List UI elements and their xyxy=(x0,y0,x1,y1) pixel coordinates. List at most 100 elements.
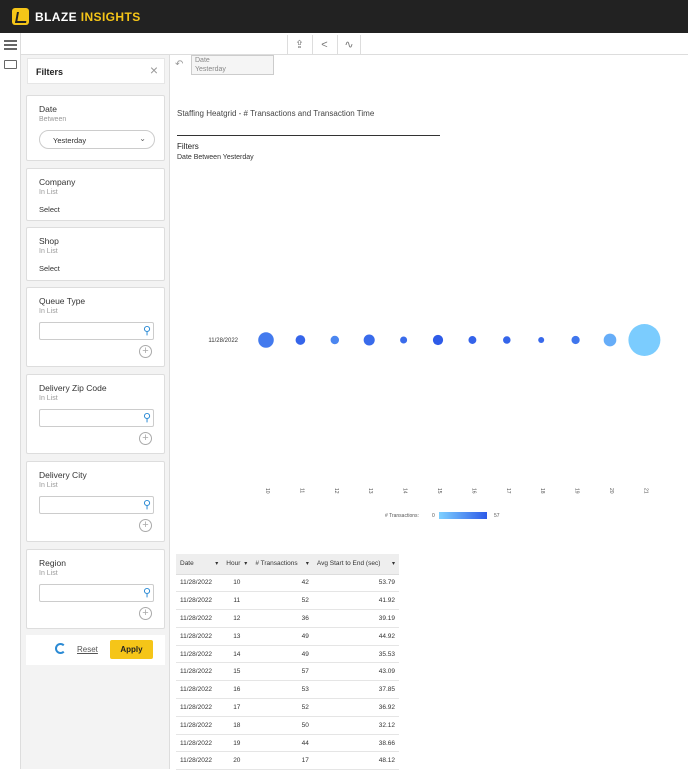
table-cell: 17 xyxy=(251,751,313,770)
heat-bubble[interactable] xyxy=(432,334,444,346)
legend-label: # Transactions: xyxy=(385,513,419,519)
heat-bubble[interactable] xyxy=(400,336,408,344)
filter-card-queue-type: Queue Type In List ⚲ + xyxy=(26,287,165,367)
table-cell: 53 xyxy=(251,680,313,700)
company-select[interactable]: Select xyxy=(39,205,60,214)
col-date[interactable]: Date ▾ xyxy=(176,554,223,575)
table-cell: 49 xyxy=(251,645,313,664)
x-tick-label: 14 xyxy=(402,488,408,494)
x-tick-label: 11 xyxy=(298,488,304,493)
add-icon[interactable]: + xyxy=(139,432,152,445)
table-cell: 11/28/2022 xyxy=(176,645,223,664)
date-dropdown[interactable]: Yesterday ⌄ xyxy=(39,130,155,149)
filter-card-region: Region In List ⚲ + xyxy=(26,549,165,629)
undo-icon[interactable]: ↶ xyxy=(175,59,183,70)
filter-card-shop: Shop In List Select xyxy=(26,227,165,281)
city-search-input[interactable]: ⚲ xyxy=(39,496,154,514)
table-cell: 11/28/2022 xyxy=(176,716,223,735)
x-tick-label: 21 xyxy=(642,488,648,494)
add-icon[interactable]: + xyxy=(139,345,152,358)
chevron-down-icon: ⌄ xyxy=(139,134,146,143)
table-row: 11/28/2022 19 44 38.66 xyxy=(176,734,399,753)
legend-min: 0 xyxy=(432,513,435,519)
table-cell: 37.85 xyxy=(312,680,399,700)
search-icon[interactable]: ⚲ xyxy=(143,411,151,424)
heat-bubble[interactable] xyxy=(258,332,274,348)
table-cell: 49 xyxy=(251,627,313,646)
region-search-input[interactable]: ⚲ xyxy=(39,584,154,602)
filter-title: Region xyxy=(39,558,66,568)
rss-icon[interactable]: ∿ xyxy=(337,35,361,54)
table-cell: 35.53 xyxy=(312,645,399,664)
table-cell: 20 xyxy=(222,751,252,770)
row-label: 11/28/2022 xyxy=(208,338,238,344)
heat-bubble[interactable] xyxy=(628,324,661,356)
filter-card-date: Date Between Yesterday ⌄ xyxy=(26,95,165,161)
heat-bubble[interactable] xyxy=(503,336,511,344)
queue-type-search-input[interactable]: ⚲ xyxy=(39,322,154,340)
col-transactions[interactable]: # Transactions ▾ xyxy=(251,554,313,575)
filter-operator: Between xyxy=(39,116,67,123)
table-cell: 57 xyxy=(251,662,313,682)
add-icon[interactable]: + xyxy=(139,607,152,620)
table-row: 11/28/2022 16 53 37.85 xyxy=(176,680,399,700)
search-icon[interactable]: ⚲ xyxy=(143,586,151,599)
close-icon[interactable]: × xyxy=(150,62,158,78)
table-row: 11/28/2022 10 42 53.79 xyxy=(176,574,399,593)
heat-bubble[interactable] xyxy=(538,337,545,343)
table-cell: 11/28/2022 xyxy=(176,662,223,682)
table-cell: 19 xyxy=(222,734,252,753)
heat-bubble[interactable] xyxy=(603,333,617,347)
table-cell: 36 xyxy=(251,609,313,628)
x-tick-label: 19 xyxy=(574,488,580,494)
report-title: Staffing Heatgrid - # Transactions and T… xyxy=(177,109,375,118)
date-dropdown-value: Yesterday xyxy=(53,136,87,145)
heat-bubble[interactable] xyxy=(571,335,580,345)
search-icon[interactable]: ⚲ xyxy=(143,498,151,511)
legend-gradient xyxy=(439,512,487,519)
refresh-icon[interactable] xyxy=(55,643,66,654)
col-avg-time[interactable]: Avg Start to End (sec) ▾ xyxy=(312,554,399,575)
table-cell: 11/28/2022 xyxy=(176,609,223,628)
table-cell: 14 xyxy=(222,645,252,664)
table-cell: 32.12 xyxy=(312,716,399,735)
table-row: 11/28/2022 20 17 48.12 xyxy=(176,751,399,770)
table-row: 11/28/2022 11 52 41.92 xyxy=(176,591,399,611)
search-icon[interactable]: ⚲ xyxy=(143,324,151,337)
table-cell: 42 xyxy=(251,574,313,593)
date-filter-chip[interactable]: Date Yesterday xyxy=(191,55,274,75)
table-cell: 11/28/2022 xyxy=(176,751,223,770)
share-icon[interactable]: < xyxy=(312,35,336,54)
blaze-logo-icon xyxy=(12,8,29,25)
col-hour[interactable]: Hour ▾ xyxy=(222,554,252,575)
filter-actions: Reset Apply xyxy=(26,635,165,665)
heatgrid-chart: 11/28/2022 10 11 12 13 14 15 16 17 18 19 20 21 # Tran… xyxy=(208,324,661,519)
heat-bubble[interactable] xyxy=(330,335,340,345)
heat-bubble[interactable] xyxy=(295,335,306,345)
filter-title: Delivery City xyxy=(39,470,87,480)
table-cell: 17 xyxy=(222,698,252,717)
table-cell: 18 xyxy=(222,716,252,735)
shop-select[interactable]: Select xyxy=(39,264,60,273)
add-icon[interactable]: + xyxy=(139,519,152,532)
heat-bubble[interactable] xyxy=(468,336,477,344)
hamburger-menu-icon[interactable] xyxy=(4,40,17,50)
filter-operator: In List xyxy=(39,570,58,577)
upload-icon[interactable]: ⇪ xyxy=(287,35,311,54)
reset-button[interactable]: Reset xyxy=(77,645,98,654)
filter-operator: In List xyxy=(39,482,58,489)
data-table: Date ▾ Hour ▾ # Transactions ▾ Avg Start to… xyxy=(176,554,399,770)
x-tick-label: 12 xyxy=(333,488,339,494)
heat-bubble[interactable] xyxy=(363,334,375,346)
folder-icon[interactable] xyxy=(4,60,17,69)
zip-search-input[interactable]: ⚲ xyxy=(39,409,154,427)
table-cell: 52 xyxy=(251,698,313,717)
table-cell: 52 xyxy=(251,591,313,611)
filter-operator: In List xyxy=(39,308,58,315)
apply-button[interactable]: Apply xyxy=(110,640,153,659)
brand-name: BLAZE INSIGHTS xyxy=(35,9,141,24)
table-cell: 11/28/2022 xyxy=(176,680,223,700)
table-row: 11/28/2022 13 49 44.92 xyxy=(176,627,399,646)
table-row: 11/28/2022 17 52 36.92 xyxy=(176,698,399,717)
table-cell: 43.09 xyxy=(312,662,399,682)
